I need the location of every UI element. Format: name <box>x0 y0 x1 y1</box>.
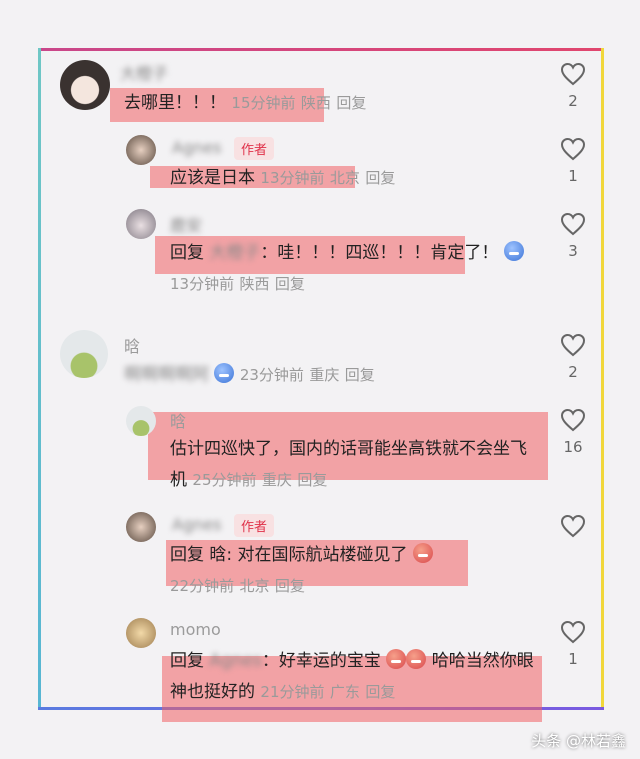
reply-link[interactable]: 回复 <box>336 94 366 112</box>
heart-icon <box>560 514 586 538</box>
heart-icon <box>560 620 586 644</box>
author-badge: 作者 <box>234 514 275 537</box>
like-button[interactable]: 2 <box>553 333 593 381</box>
comment-text: 回复 大橙子：哇！！！四巡！！！肯定了！ 13分钟前 陕西 回复 <box>170 238 530 300</box>
commenter-name[interactable]: 晗 <box>170 408 186 432</box>
commenter-name[interactable]: 晗 <box>124 333 140 357</box>
comment-text: 啊啊啊啊阿 23分钟前 重庆 回复 <box>124 360 375 391</box>
like-button[interactable]: 1 <box>553 137 593 185</box>
comment-location: 广东 <box>329 683 360 701</box>
commenter-name[interactable]: Agnes <box>172 138 221 157</box>
cry-emoji-icon <box>412 543 433 563</box>
heart-icon <box>560 137 586 161</box>
comment-time: 21分钟前 <box>260 683 325 701</box>
cry-emoji-icon <box>503 241 524 261</box>
like-button[interactable]: 1 <box>553 620 593 668</box>
comment-location: 陕西 <box>300 94 331 112</box>
like-count: 1 <box>568 650 578 668</box>
comment-location: 陕西 <box>239 275 270 293</box>
like-button[interactable] <box>553 514 593 544</box>
comment-content: ：好幸运的宝宝 <box>261 651 381 671</box>
reply-prefix: 回复 <box>170 651 204 671</box>
comment-content: 去哪里！！！ <box>124 93 226 113</box>
sticker-emoji-icon <box>214 363 235 383</box>
comment-content: 应该是日本 <box>170 168 255 188</box>
reply-prefix: 回复 <box>170 243 204 263</box>
comment-text: 估计四巡快了，国内的话哥能坐高铁就不会坐飞机 25分钟前 重庆 回复 <box>170 434 540 496</box>
comment-time: 15分钟前 <box>231 94 296 112</box>
reply-link[interactable]: 回复 <box>275 275 305 293</box>
like-button[interactable]: 16 <box>553 408 593 456</box>
reply-link[interactable]: 回复 <box>345 366 375 384</box>
frame-left-edge <box>38 48 41 710</box>
frame-top-edge <box>38 48 604 51</box>
avatar[interactable] <box>126 209 156 239</box>
comment-text: 回复 晗: 对在国际航站楼碰见了 22分钟前 北京 回复 <box>170 540 490 602</box>
reply-link[interactable]: 回复 <box>297 471 327 489</box>
commenter-name[interactable]: Agnes <box>172 515 221 534</box>
like-count: 16 <box>563 438 583 456</box>
mention-username[interactable]: Agnes <box>209 651 262 671</box>
frame-right-edge <box>601 48 604 710</box>
heart-icon <box>560 212 586 236</box>
avatar[interactable] <box>60 330 108 378</box>
avatar[interactable] <box>60 60 110 110</box>
like-count: 1 <box>568 167 578 185</box>
watermark: 头条 @林若鑫 <box>531 732 626 750</box>
comment-text: 去哪里！！！ 15分钟前 陕西 回复 <box>124 88 366 119</box>
comment-location: 北京 <box>329 169 360 187</box>
reply-link[interactable]: 回复 <box>365 683 395 701</box>
like-button[interactable]: 3 <box>553 212 593 260</box>
comment-time: 25分钟前 <box>192 471 257 489</box>
comment-location: 北京 <box>239 577 270 595</box>
heart-icon <box>560 408 586 432</box>
reply-link[interactable]: 回复 <box>365 169 395 187</box>
comment-text: 应该是日本 13分钟前 北京 回复 <box>170 163 395 194</box>
comment-location: 重庆 <box>309 366 340 384</box>
commenter-name[interactable]: 大橙子 <box>120 60 168 84</box>
commenter-name[interactable]: 鹿安 <box>170 212 202 236</box>
reply-prefix: 回复 <box>170 545 204 565</box>
mention-username[interactable]: 晗 <box>209 545 226 565</box>
heart-icon <box>560 62 586 86</box>
comment-content: : 对在国际航站楼碰见了 <box>226 545 408 565</box>
author-badge: 作者 <box>234 137 275 160</box>
avatar[interactable] <box>126 618 156 648</box>
comment-time: 13分钟前 <box>260 169 325 187</box>
like-button[interactable]: 2 <box>553 62 593 110</box>
comment-content: ：哇！！！四巡！！！肯定了！ <box>260 243 499 263</box>
comment-time: 22分钟前 <box>170 577 235 595</box>
like-count: 2 <box>568 363 578 381</box>
comment-text: 回复 Agnes：好幸运的宝宝 哈哈当然你眼神也挺好的 21分钟前 广东 回复 <box>170 646 540 708</box>
heart-icon <box>560 333 586 357</box>
mention-username[interactable]: 大橙子 <box>209 243 260 263</box>
avatar[interactable] <box>126 135 156 165</box>
comment-content: 啊啊啊啊阿 <box>124 365 209 385</box>
reply-link[interactable]: 回复 <box>275 577 305 595</box>
comment-time: 13分钟前 <box>170 275 235 293</box>
avatar[interactable] <box>126 406 156 436</box>
avatar[interactable] <box>126 512 156 542</box>
blush-emoji-icon <box>406 649 427 669</box>
like-count: 2 <box>568 92 578 110</box>
blush-emoji-icon <box>386 649 407 669</box>
comment-location: 重庆 <box>261 471 292 489</box>
like-count: 3 <box>568 242 578 260</box>
commenter-name[interactable]: momo <box>170 620 221 639</box>
comment-time: 23分钟前 <box>239 366 304 384</box>
